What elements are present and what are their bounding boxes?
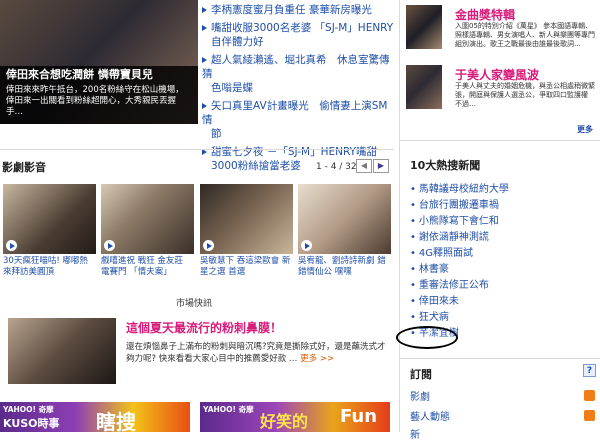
video-caption[interactable]: 30天瘋狂喵咕! 嘟嘟熱 來拜訪美圓頂 [3, 256, 96, 278]
hot-item[interactable]: • 狂犬病 [410, 308, 595, 324]
hot-item[interactable]: • 林書豪 [410, 260, 595, 276]
news-item-cont[interactable]: 自伴體力好 [202, 35, 394, 49]
banner-kuso[interactable]: YAHOO! 奇摩 KUSO時事 瞎搜 [0, 402, 190, 432]
hot-item[interactable]: • 重審法修正公布 [410, 276, 595, 292]
media-divider [0, 149, 394, 150]
promo-desc: 于美人與丈夫的婚姻危機，與丞公相處稍微緊張，開庭與保護人選丞公，爭取四口監護權 … [455, 82, 595, 108]
bullet-arrow-icon [202, 25, 207, 31]
sidebar-divider [400, 140, 600, 141]
promo-more-link[interactable]: 更多 [577, 124, 593, 135]
news-item[interactable]: 超人氣綾瀨遙、堀北真希 休息室驚傳猜 [202, 53, 394, 81]
market-photo[interactable] [8, 318, 116, 384]
hot-item[interactable]: • 台旅行團搬遷車禍 [410, 196, 595, 212]
banner-big: Fun [340, 406, 378, 427]
rss-icon[interactable] [584, 410, 595, 421]
subscribe-label[interactable]: 影劇 [410, 392, 430, 403]
subscribe-item[interactable]: 藝人動態 [410, 408, 450, 423]
media-prev-button[interactable]: ◀ [356, 159, 372, 173]
video-caption[interactable]: 戲嘻進祝 戰狂 金友莊 電賽門 「情夫案」 [101, 256, 194, 278]
subscribe-item[interactable]: 新 [410, 426, 420, 441]
hot-item[interactable]: • 小熊隊寫下會仁和 [410, 212, 595, 228]
news-item-cont[interactable]: 色嗡是蝶 [202, 81, 394, 95]
video-thumb[interactable] [298, 184, 391, 254]
banner-text: KUSO時事 [3, 417, 60, 430]
hot-item[interactable]: • 馬韓議母校紐約大學 [410, 180, 595, 196]
video-caption[interactable]: 吳敏慧下 吞這梁歐會 新星之選 首選 [200, 256, 293, 278]
feature-caption[interactable]: 倖田來合想吃潤餅 憐帶寶貝兒 倖田來來昨午抵台，200名粉絲守在松山機場，倖田來… [0, 66, 198, 124]
bullet-arrow-icon [202, 103, 207, 109]
news-item[interactable]: 矢口真里AV計畫曝光 偷情妻上演SM情 [202, 99, 394, 127]
hot-item[interactable]: • 4G釋照面試 [410, 244, 595, 260]
promo-title[interactable]: 金曲獎特輯 [455, 6, 515, 23]
circle-annotation [396, 326, 458, 349]
banner-brand: YAHOO! 奇摩 [203, 405, 254, 414]
video-thumb[interactable] [200, 184, 293, 254]
hot-item[interactable]: • 倖田來未 [410, 292, 595, 308]
banner-big: 瞎搜 [96, 410, 136, 432]
hot-list: • 馬韓議母校紐約大學 • 台旅行團搬遷車禍 • 小熊隊寫下會仁和 • 謝依涵靜神測謊 … [410, 180, 595, 340]
hot-item[interactable]: • 謝依涵靜神測謊 [410, 228, 595, 244]
news-item[interactable]: 李柄憲度蜜月負重任 豪華新房曝光 [202, 3, 394, 17]
banner-fun[interactable]: YAHOO! 奇摩 好笑的 Fun [200, 402, 390, 432]
promo-photo[interactable] [406, 5, 442, 49]
promo-photo[interactable] [406, 65, 442, 109]
subscribe-item[interactable]: 影劇 [410, 388, 430, 403]
market-headline[interactable]: 這個夏天最流行的粉刺鼻膜！ [126, 319, 282, 336]
video-thumb[interactable] [3, 184, 96, 254]
feature-photo[interactable]: 倖田來合想吃潤餅 憐帶寶貝兒 倖田來來昨午抵台，200名粉絲守在松山機場，倖田來… [0, 0, 198, 124]
market-more-link[interactable]: 更多 >> [300, 354, 334, 364]
help-button[interactable]: ? [583, 364, 596, 377]
play-icon [104, 240, 115, 251]
promo-title[interactable]: 于美人家變風波 [455, 66, 539, 83]
media-title: 影劇影音 [2, 161, 46, 174]
play-icon [203, 240, 214, 251]
promo-desc: 入圍05的特別介紹《萬星》 參本國語專輯、照樣語專輯、男女演唱人、新人與樂團等專… [455, 22, 595, 48]
feature-title: 倖田來合想吃潤餅 憐帶寶貝兒 [6, 68, 153, 81]
subscribe-title: 訂閱 [410, 368, 432, 381]
chevron-right-icon: ▶ [377, 161, 385, 170]
news-item-cont[interactable]: 節 [202, 127, 394, 141]
news-item[interactable]: 甜蜜七夕夜 －「SJ-M」HENRY嘴甜 [202, 145, 394, 159]
chevron-left-icon: ◀ [360, 161, 368, 170]
feature-desc: 倖田來來昨午抵台，200名粉絲守在松山機場，倖田來一出關看到粉絲超開心，大秀親民… [6, 85, 184, 117]
banner-brand: YAHOO! 奇摩 [3, 405, 54, 414]
video-caption[interactable]: 吳宥龍、劉詩詩新劇 錯 錯情仙公 嘿嘿 [298, 256, 391, 278]
market-label: 市場快訊 [176, 299, 213, 309]
bullet-arrow-icon [202, 57, 207, 63]
play-icon [301, 240, 312, 251]
sidebar-divider [400, 358, 600, 359]
market-body: 還在煩惱鼻子上滿布的粉刺與暗沉嗎?究竟是撕除式好，還是蘸洗式才夠力呢? 快來看看… [126, 342, 386, 364]
rss-icon[interactable] [584, 390, 595, 401]
top-news-list: 李柄憲度蜜月負重任 豪華新房曝光 嘴甜收服3000名老婆 「SJ-M」HENRY… [202, 0, 394, 173]
video-thumb[interactable] [101, 184, 194, 254]
media-next-button[interactable]: ▶ [373, 159, 389, 173]
play-icon [6, 240, 17, 251]
hot-title: 10大熱搜新聞 [410, 159, 481, 172]
sidebar-border [399, 0, 400, 432]
media-pager: 1 - 4 / 32 [316, 162, 357, 172]
banner-text: 好笑的 [260, 412, 309, 431]
subscribe-label[interactable]: 藝人動態 [410, 412, 450, 423]
help-icon: ? [586, 366, 593, 376]
news-item[interactable]: 嘴甜收服3000名老婆 「SJ-M」HENRY [202, 21, 394, 35]
bullet-arrow-icon [202, 7, 207, 13]
